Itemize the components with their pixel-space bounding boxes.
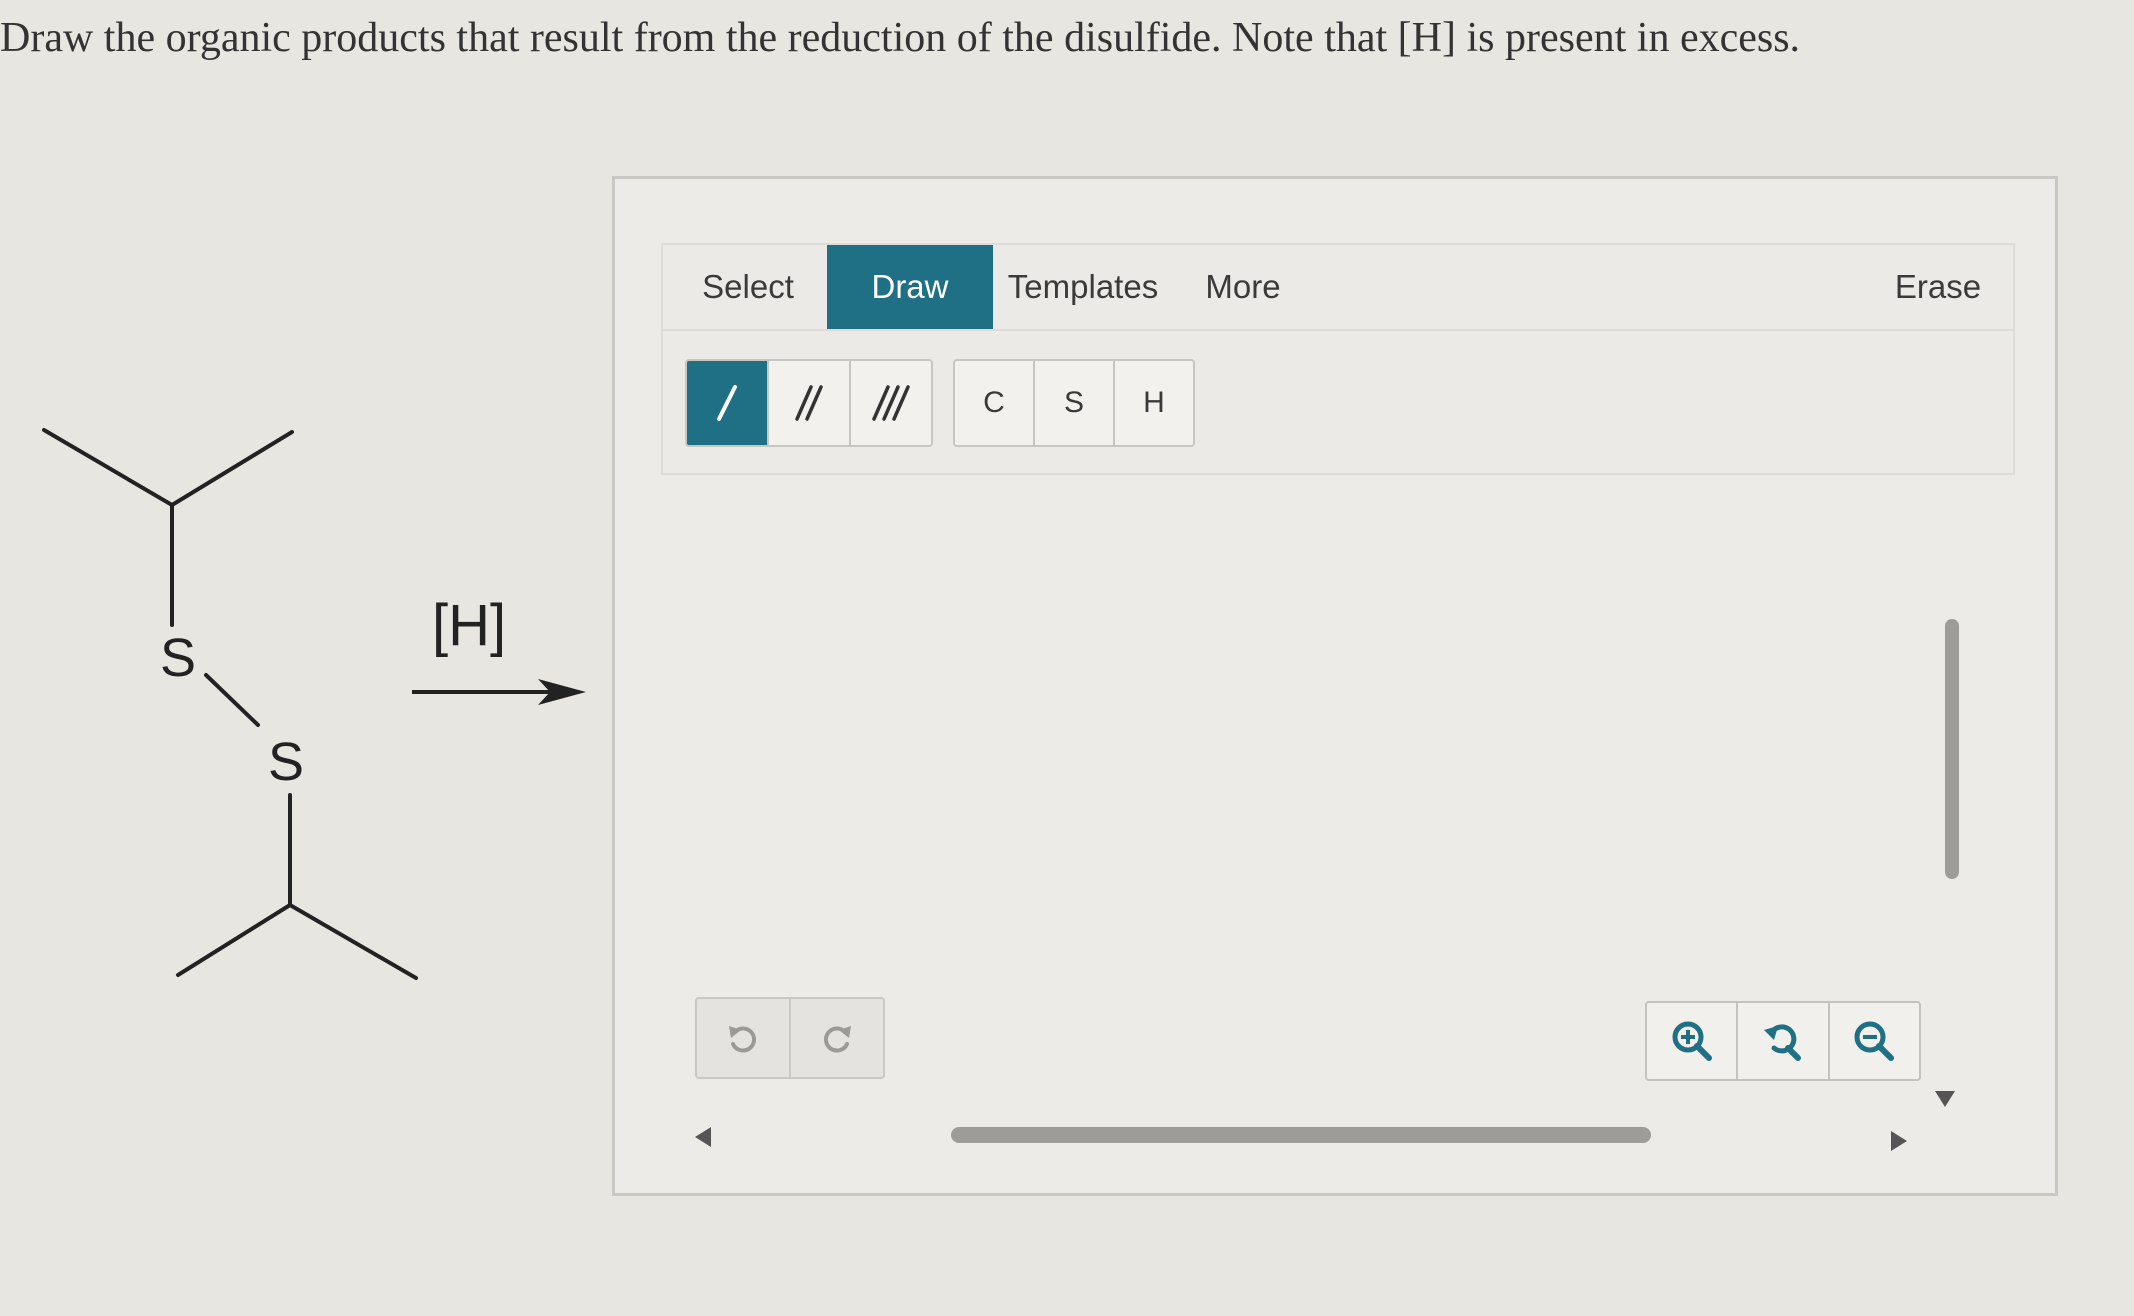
scroll-left-icon[interactable] [695,1127,711,1147]
double-bond-icon [795,385,823,421]
horizontal-scrollbar[interactable] [951,1127,1651,1143]
bond-tools [685,359,933,447]
reaction-arrow [412,679,586,705]
bond-line [204,673,260,727]
zoom-in-icon [1672,1021,1712,1061]
bond-line [288,903,418,980]
tab-select[interactable]: Select [673,245,823,329]
editor-tabs: Select Draw Templates More Erase [663,245,2013,331]
tab-erase[interactable]: Erase [1883,245,1993,329]
reagent-label: [H] [432,593,507,658]
scroll-right-icon[interactable] [1891,1131,1907,1151]
triple-bond-button[interactable] [851,361,931,445]
bond-line [42,428,174,507]
single-bond-button[interactable] [687,361,769,445]
vertical-scrollbar[interactable] [1945,619,1959,879]
atom-tools: C S H [953,359,1195,447]
zoom-in-button[interactable] [1647,1003,1739,1079]
tab-draw[interactable]: Draw [827,245,993,329]
disulfide-structure: S S [42,428,418,980]
triple-bond-icon [872,385,910,421]
double-bond-button[interactable] [769,361,851,445]
bond-line [176,903,292,977]
editor-toolbar: Select Draw Templates More Erase C S H [661,243,2015,475]
scroll-down-icon[interactable] [1935,1091,1955,1107]
drawing-editor[interactable]: Select Draw Templates More Erase C S H [612,176,2058,1196]
sulfur-atom-1: S [160,628,196,688]
atom-sulfur-button[interactable]: S [1035,361,1115,445]
atom-hydrogen-button[interactable]: H [1115,361,1193,445]
redo-button[interactable] [791,999,883,1077]
bond-line [170,430,294,507]
question-text: Draw the organic products that result fr… [0,15,1801,61]
atom-carbon-button[interactable]: C [955,361,1035,445]
redo-icon [823,1026,851,1053]
undo-button[interactable] [697,999,791,1077]
single-bond-icon [717,385,737,421]
reset-zoom-button[interactable] [1738,1003,1830,1079]
undo-icon [729,1026,757,1053]
history-controls [695,997,885,1079]
tab-templates[interactable]: Templates [999,245,1167,329]
zoom-out-icon [1854,1021,1895,1061]
sulfur-atom-2: S [268,732,304,792]
reset-zoom-icon [1763,1024,1801,1061]
zoom-controls [1645,1001,1921,1081]
zoom-out-button[interactable] [1830,1003,1919,1079]
tab-more[interactable]: More [1183,245,1303,329]
